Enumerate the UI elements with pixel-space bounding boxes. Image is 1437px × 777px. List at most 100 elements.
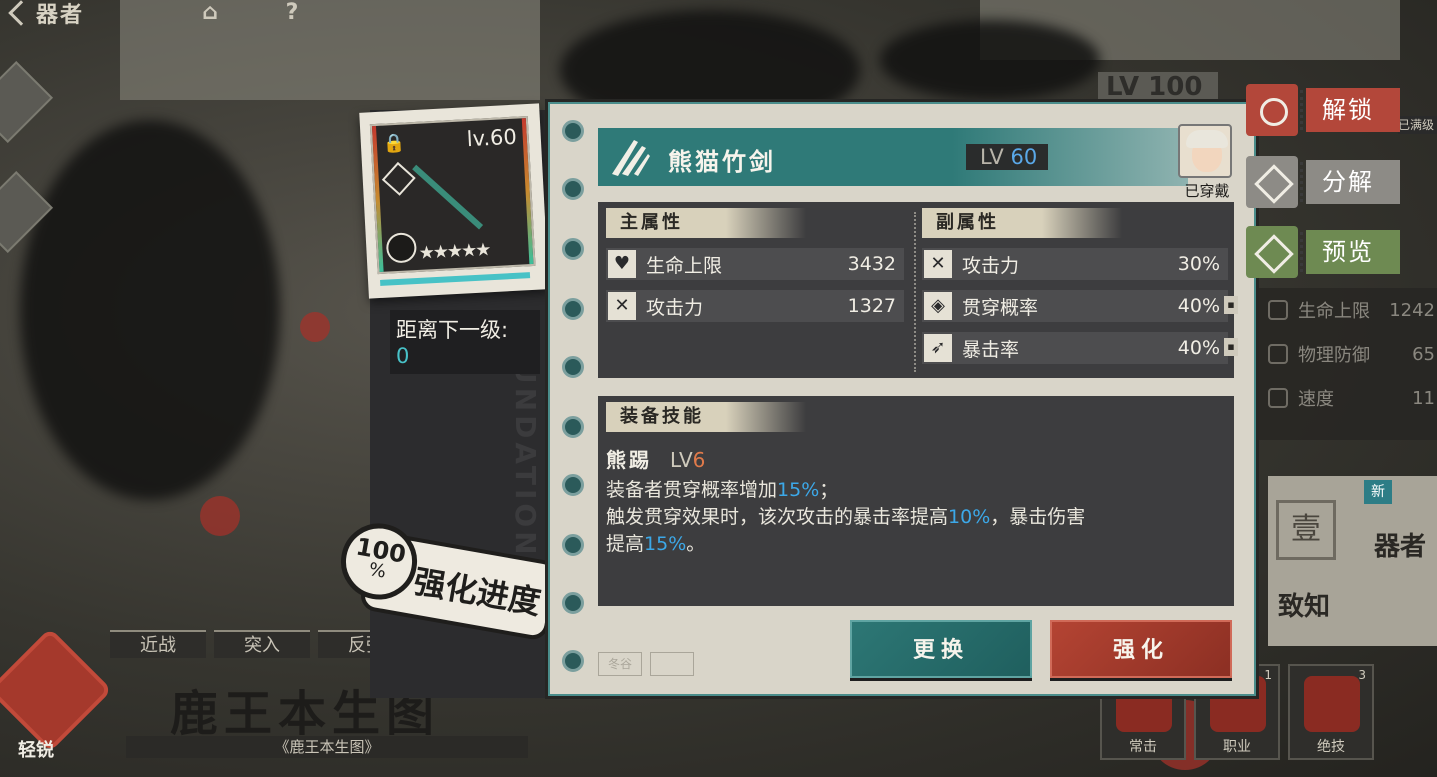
trait-tags: 近战 突入 反弹 xyxy=(110,630,414,658)
enhance-button[interactable]: 强化 xyxy=(1050,620,1232,678)
dismantle-icon xyxy=(1246,156,1298,208)
wearer-label: 已穿戴 xyxy=(1184,182,1230,200)
attr-name: 攻击力 xyxy=(962,254,1020,277)
skill-description: 装备者贯穿概率增加15%； 触发贯穿效果时，该次攻击的暴击率提高10%，暴击伤害提… xyxy=(606,477,1226,558)
skill-desc-highlight: 10% xyxy=(948,506,991,528)
class-badge-label: 轻锐 xyxy=(18,740,54,761)
next-level-label: 距离下一级: xyxy=(396,318,509,342)
skill-slot[interactable]: 3 绝技 xyxy=(1288,664,1374,760)
skill-desc-line: 装备者贯穿概率增加15%； xyxy=(606,477,1226,504)
rarity-stripe xyxy=(371,125,384,272)
stat-row: 速度 11 xyxy=(1258,376,1437,420)
stage-subtitle: 《鹿王本生图》 xyxy=(126,736,528,758)
bg-ink-splash xyxy=(880,20,1100,100)
attr-row: ♥ 生命上限 3432 xyxy=(606,248,904,280)
skill-desc-line: 提高15%。 xyxy=(606,531,1226,558)
bamboo-sword-icon xyxy=(412,164,484,230)
attr-value: 40% xyxy=(1177,295,1220,317)
item-level-value: 60 xyxy=(1010,145,1038,169)
skill-level-value: 6 xyxy=(692,448,706,472)
back-icon[interactable] xyxy=(8,0,34,26)
wearer-avatar xyxy=(1178,124,1232,178)
home-icon[interactable]: ⌂ xyxy=(196,0,224,26)
skill-icon xyxy=(1304,676,1360,732)
attr-value: 30% xyxy=(1177,253,1220,275)
seal-icon: 壹 xyxy=(1276,500,1336,560)
equipment-skill-panel: 装备技能 熊踢 LV6 装备者贯穿概率增加15%； 触发贯穿效果时，该次攻击的暴击… xyxy=(598,396,1234,606)
lock-icon[interactable]: ▪ xyxy=(1224,296,1238,314)
attr-row: ➶ 暴击率 40% ▪ xyxy=(922,332,1238,364)
heart-icon xyxy=(1268,300,1288,320)
app-title: 器者 xyxy=(36,3,85,28)
character-stats-panel: 生命上限 1242 物理防御 65 速度 11 xyxy=(1258,288,1437,440)
ring xyxy=(562,650,584,672)
stat-label: 速度 xyxy=(1298,389,1334,410)
dismantle-button[interactable]: 分解 xyxy=(1246,156,1400,208)
replace-button[interactable]: 更换 xyxy=(850,620,1032,678)
rarity-stars: ★★★★★ xyxy=(418,239,490,264)
skill-name: 熊踢 xyxy=(606,448,652,472)
ring xyxy=(562,474,584,496)
ring xyxy=(562,416,584,438)
divider xyxy=(914,212,916,372)
skill-slot-label: 绝技 xyxy=(1317,739,1345,755)
stat-value: 1242 xyxy=(1389,299,1435,321)
wearer-info[interactable]: 已穿戴 xyxy=(1178,124,1236,200)
crit-icon: ➶ xyxy=(924,334,952,362)
skill-level-prefix: LV xyxy=(670,448,693,472)
sub-attr-title: 副属性 xyxy=(922,208,1122,238)
card-name-secondary: 致知 xyxy=(1278,592,1331,622)
skill-slot-count: 3 xyxy=(1358,668,1366,682)
arrow-icon xyxy=(1268,388,1288,408)
preview-button[interactable]: 预览 xyxy=(1246,226,1400,278)
footer-decoration: 冬谷 xyxy=(598,640,858,682)
notebook-rings xyxy=(554,120,594,680)
stat-value: 65 xyxy=(1412,343,1435,365)
skill-name-row: 熊踢 LV6 xyxy=(606,444,1226,473)
skill-desc-highlight: 15% xyxy=(644,533,687,555)
ring xyxy=(562,356,584,378)
weapon-type-icon xyxy=(612,140,650,176)
preview-label: 预览 xyxy=(1306,230,1400,274)
new-tag: 新 xyxy=(1364,480,1392,504)
exp-bar-fill xyxy=(380,272,531,286)
unlock-button[interactable]: 解锁 xyxy=(1246,84,1400,136)
attr-name: 生命上限 xyxy=(646,254,723,277)
shield-icon xyxy=(1268,344,1288,364)
equipment-icon-card[interactable]: 🔒 lv.60 ★★★★★ xyxy=(359,103,549,299)
help-icon[interactable]: ? xyxy=(278,0,306,26)
ring xyxy=(562,120,584,142)
class-emblem-icon xyxy=(0,627,113,753)
equipment-level: lv.60 xyxy=(466,124,518,152)
max-level-tag: 已满级 xyxy=(1398,116,1437,134)
class-badge: 轻锐 xyxy=(0,627,113,762)
rarity-stripe xyxy=(521,118,534,265)
top-bar: 器者 xyxy=(0,0,85,28)
item-level-prefix: LV xyxy=(980,145,1004,169)
ring xyxy=(562,238,584,260)
lock-icon[interactable]: ▪ xyxy=(1224,338,1238,356)
attr-name: 攻击力 xyxy=(646,296,704,319)
skill-title: 装备技能 xyxy=(606,402,806,432)
ring xyxy=(562,178,584,200)
ring xyxy=(562,534,584,556)
skill-level: LV6 xyxy=(670,448,705,472)
attr-row: ✕ 攻击力 30% xyxy=(922,248,1228,280)
ring xyxy=(562,298,584,320)
item-name: 熊猫竹剑 xyxy=(668,148,776,176)
character-level-plate: LV 100 xyxy=(1098,72,1218,104)
lock-icon xyxy=(1246,84,1298,136)
skill-desc-text: 。 xyxy=(686,533,706,555)
attr-value: 40% xyxy=(1177,337,1220,359)
attr-name: 贯穿概率 xyxy=(962,296,1039,319)
skill-desc-text: ，暴击伤害 xyxy=(990,506,1086,528)
skill-desc-line: 触发贯穿效果时，该次攻击的暴击率提高10%，暴击伤害 xyxy=(606,504,1226,531)
decor-stamp xyxy=(702,652,746,676)
bg-red-dot xyxy=(200,496,240,536)
skill-slot-label: 常击 xyxy=(1129,739,1157,755)
item-level: LV 60 xyxy=(966,144,1048,170)
character-card[interactable]: 新 壹 器者 致知 xyxy=(1268,476,1437,646)
skill-desc-text: 装备者贯穿概率增加 xyxy=(606,479,778,501)
skill-slot-label: 职业 xyxy=(1223,739,1251,755)
pierce-icon: ◈ xyxy=(924,292,952,320)
